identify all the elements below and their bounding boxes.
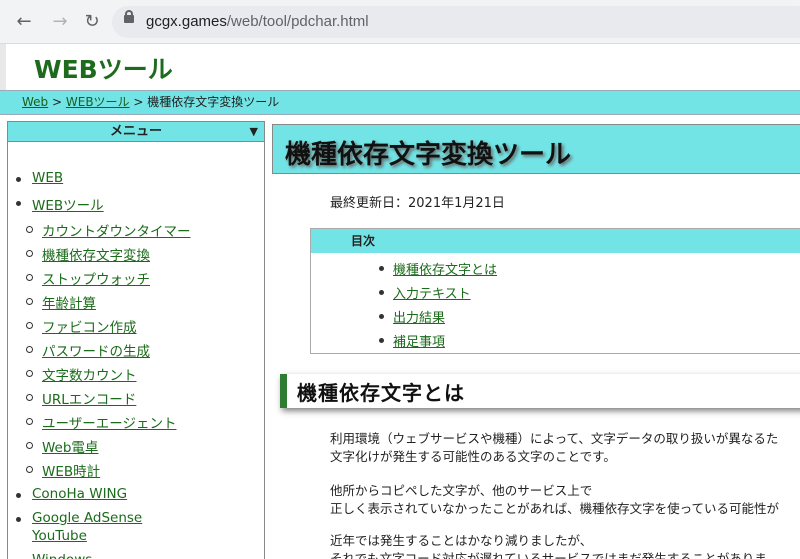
sidebar-item-label[interactable]: Google AdSense [32, 510, 142, 526]
circle-bullet-icon [26, 394, 33, 401]
menu-header[interactable]: メニュー ▼ [8, 122, 264, 142]
paragraph-line: 正しく表示されていなかったことがあれば、機種依存文字を使っている可能性が [330, 501, 780, 516]
toc-link-notes[interactable]: 補足事項 [393, 331, 445, 350]
bullet-icon [379, 266, 384, 271]
toc-heading: 目次 [311, 229, 800, 253]
sidebar-item-label[interactable]: Web電卓 [42, 440, 98, 456]
sidebar-item[interactable]: Windows [32, 552, 92, 559]
sidebar-item[interactable]: ユーザーエージェント [26, 412, 176, 432]
sidebar-item-label[interactable]: WEB [32, 170, 63, 186]
bullet-icon [379, 338, 384, 343]
sidebar-item-label[interactable]: ファビコン作成 [42, 320, 137, 336]
sidebar-item-label[interactable]: 文字数カウント [42, 368, 137, 384]
circle-bullet-icon [26, 274, 33, 281]
sidebar-item-label[interactable]: ConoHa WING [32, 486, 127, 502]
sidebar-item[interactable]: WEBツール [16, 194, 104, 214]
toc-link-text[interactable]: 入力テキスト [393, 287, 471, 302]
sidebar-item-label[interactable]: WEB時計 [42, 464, 100, 480]
browser-toolbar: ← → ↻ gcgx.games/web/tool/pdchar.html [0, 0, 800, 44]
paragraph-line: 文字化けが発生する可能性のある文字のことです。 [330, 449, 616, 464]
url-host: gcgx.games [146, 13, 227, 30]
sidebar-item[interactable]: 文字数カウント [26, 364, 137, 384]
sidebar-menu: メニュー ▼ WEB WEBツールカウントダウンタイマー 機種依存文字変換 ストップウ… [7, 121, 265, 559]
last-updated: 最終更新日：2021年1月21日 [330, 196, 505, 211]
circle-bullet-icon [26, 466, 33, 473]
menu-title: メニュー [109, 124, 162, 139]
breadcrumb-link-webtools[interactable]: WEBツール [66, 95, 130, 109]
url-path: /web/tool/pdchar.html [226, 13, 369, 30]
toc-link-about[interactable]: 機種依存文字とは [393, 259, 497, 278]
breadcrumb-separator: > [52, 95, 66, 109]
sidebar-item[interactable]: WEB時計 [26, 460, 100, 480]
paragraph-line: 近年では発生することはかなり減りましたが、 [330, 533, 593, 548]
chevron-down-icon[interactable]: ▼ [250, 122, 258, 141]
site-header: WEBツール [0, 44, 800, 90]
toc-link-input[interactable]: 入力テキスト [393, 283, 471, 302]
circle-bullet-icon [26, 418, 33, 425]
toc-link-text[interactable]: 機種依存文字とは [393, 263, 497, 278]
sidebar-item-label[interactable]: ユーザーエージェント [42, 416, 176, 432]
sidebar-item-label[interactable]: YouTube [32, 528, 87, 544]
bullet-icon [16, 201, 21, 206]
sidebar-item[interactable]: 機種依存文字変換 [26, 244, 150, 264]
sidebar-item[interactable]: YouTube [32, 528, 87, 544]
breadcrumb-current: 機種依存文字変換ツール [147, 95, 280, 109]
circle-bullet-icon [26, 370, 33, 377]
sidebar-item[interactable]: WEB [16, 170, 63, 186]
sidebar-item[interactable]: ファビコン作成 [26, 316, 137, 336]
circle-bullet-icon [26, 298, 33, 305]
paragraph-line: それでも文字コード対応が遅れているサービスではまだ発生することがありま [330, 551, 767, 559]
page-title: 機種依存文字変換ツール [285, 140, 572, 170]
sidebar-item[interactable]: 年齢計算 [26, 292, 96, 312]
section-heading-box: 機種依存文字とは [280, 374, 800, 408]
sidebar-item-label[interactable]: URLエンコード [42, 392, 136, 408]
sidebar-item-label[interactable]: 年齢計算 [42, 296, 96, 312]
breadcrumb-link-web[interactable]: Web [22, 95, 48, 109]
toc-link-text[interactable]: 出力結果 [393, 311, 445, 326]
sidebar-item[interactable]: カウントダウンタイマー [26, 220, 191, 240]
sidebar-item-label[interactable]: 機種依存文字変換 [42, 248, 150, 264]
breadcrumb-separator: > [133, 95, 148, 109]
address-bar[interactable]: gcgx.games/web/tool/pdchar.html [112, 6, 800, 38]
table-of-contents: 目次 機種依存文字とは 入力テキスト 出力結果 補足事項 [310, 228, 800, 354]
sidebar-item-label[interactable]: Windows [32, 552, 92, 559]
toc-link-output[interactable]: 出力結果 [393, 307, 445, 326]
sidebar-item-label[interactable]: WEBツール [32, 198, 104, 214]
forward-arrow-icon[interactable]: → [48, 10, 72, 34]
circle-bullet-icon [26, 226, 33, 233]
bullet-icon [16, 517, 21, 522]
circle-bullet-icon [26, 442, 33, 449]
sidebar-item[interactable]: URLエンコード [26, 388, 136, 408]
sidebar-item[interactable]: Google AdSense [16, 510, 142, 526]
site-title[interactable]: WEBツール [34, 50, 173, 86]
sidebar-item-label[interactable]: ストップウォッチ [42, 272, 150, 288]
bullet-icon [16, 493, 21, 498]
circle-bullet-icon [26, 322, 33, 329]
paragraph-line: 他所からコピペした文字が、他のサービス上で [330, 483, 593, 498]
sidebar-item[interactable]: ストップウォッチ [26, 268, 150, 288]
sidebar-item[interactable]: ConoHa WING [16, 486, 127, 502]
sidebar-item-label[interactable]: カウントダウンタイマー [42, 224, 191, 240]
circle-bullet-icon [26, 250, 33, 257]
paragraph-line: 利用環境（ウェブサービスや機種）によって、文字データの取り扱いが異なるた [330, 431, 779, 446]
bullet-icon [379, 314, 384, 319]
reload-icon[interactable]: ↻ [80, 10, 104, 34]
url-text[interactable]: gcgx.games/web/tool/pdchar.html [146, 13, 369, 30]
bullet-icon [16, 177, 21, 182]
bullet-icon [379, 290, 384, 295]
section-heading: 機種依存文字とは [297, 381, 465, 405]
toc-link-text[interactable]: 補足事項 [393, 335, 445, 350]
page-title-box: 機種依存文字変換ツール [272, 124, 800, 174]
sidebar-item-label[interactable]: パスワードの生成 [42, 344, 150, 360]
breadcrumb: Web > WEBツール > 機種依存文字変換ツール [0, 90, 800, 115]
sidebar-item[interactable]: パスワードの生成 [26, 340, 150, 360]
sidebar-item[interactable]: Web電卓 [26, 436, 98, 456]
circle-bullet-icon [26, 346, 33, 353]
lock-icon[interactable] [124, 10, 134, 23]
back-arrow-icon[interactable]: ← [12, 10, 36, 34]
